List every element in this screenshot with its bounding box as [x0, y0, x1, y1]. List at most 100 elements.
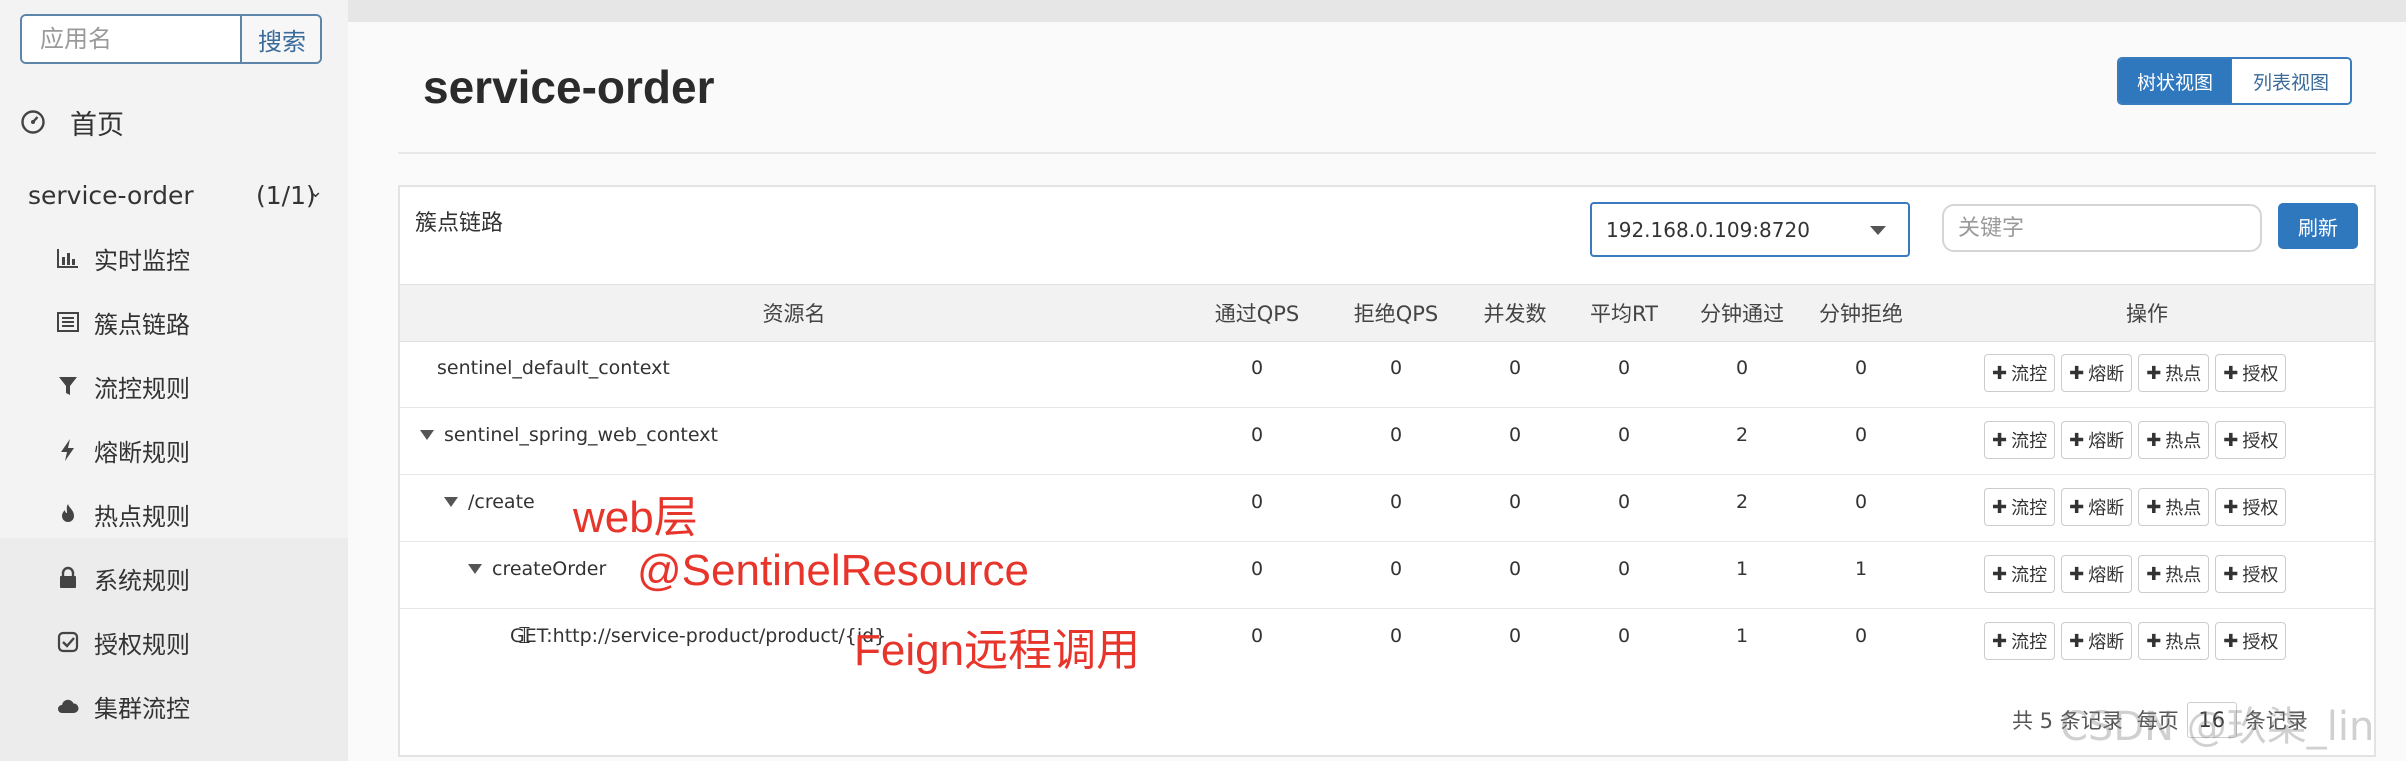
sidebar-item-hotspot-rules[interactable]: 热点规则 — [56, 494, 190, 534]
row-operations: ✚ 流控 ✚ 熔断 ✚ 热点 ✚ 授权 — [1984, 354, 2287, 392]
block-qps: 0 — [1389, 424, 1403, 446]
hotspot-rule-button[interactable]: ✚ 热点 — [2138, 622, 2210, 660]
app-service-order[interactable]: service-order (1/1) ⌄ — [28, 175, 328, 215]
resource-name-cell[interactable]: createOrder — [468, 541, 606, 597]
col-minute-pass: 分钟通过 — [1700, 302, 1784, 326]
hotspot-rule-button[interactable]: ✚ 热点 — [2138, 354, 2210, 392]
authority-rule-button[interactable]: ✚ 授权 — [2215, 488, 2287, 526]
sidebar-item-degrade-rules[interactable]: 熔断规则 — [56, 430, 190, 470]
degrade-rule-button[interactable]: ✚ 熔断 — [2061, 555, 2133, 593]
sidebar-item-label: 授权规则 — [94, 630, 190, 659]
minute-block: 0 — [1854, 357, 1868, 379]
sidebar-item-label: 系统规则 — [94, 566, 190, 595]
op-label: 流控 — [2011, 431, 2048, 452]
expand-triangle-icon[interactable] — [420, 430, 434, 440]
flow-rule-button[interactable]: ✚ 流控 — [1984, 421, 2056, 459]
resource-name: /create — [468, 491, 535, 513]
chevron-down-icon: ⌄ — [308, 181, 324, 202]
keyword-input[interactable] — [1942, 204, 2262, 252]
hotspot-rule-button[interactable]: ✚ 热点 — [2138, 488, 2210, 526]
op-label: 热点 — [2165, 632, 2202, 653]
op-label: 热点 — [2165, 498, 2202, 519]
authority-rule-button[interactable]: ✚ 授权 — [2215, 622, 2287, 660]
resource-name-cell[interactable]: sentinel_spring_web_context — [420, 407, 718, 463]
tree-view-button[interactable]: 树状视图 — [2119, 59, 2231, 103]
degrade-rule-button[interactable]: ✚ 熔断 — [2061, 354, 2133, 392]
panel-title: 簇点链路 — [415, 211, 504, 236]
machine-select[interactable]: 192.168.0.109:8720 — [1590, 202, 1910, 257]
degrade-rule-button[interactable]: ✚ 熔断 — [2061, 421, 2133, 459]
thread-count: 0 — [1508, 625, 1522, 647]
plus-icon: ✚ — [2146, 496, 2162, 518]
flow-rule-button[interactable]: ✚ 流控 — [1984, 555, 2056, 593]
annotation-sentinel-resource: @SentinelResource — [637, 546, 1029, 595]
plus-icon: ✚ — [2146, 563, 2162, 585]
minute-block: 1 — [1854, 558, 1868, 580]
app-search-box: 搜索 — [20, 14, 322, 64]
row-operations: ✚ 流控 ✚ 熔断 ✚ 热点 ✚ 授权 — [1984, 555, 2287, 593]
op-label: 授权 — [2242, 565, 2279, 586]
plus-icon: ✚ — [1992, 563, 2008, 585]
authority-rule-button[interactable]: ✚ 授权 — [2215, 354, 2287, 392]
hotspot-rule-button[interactable]: ✚ 热点 — [2138, 421, 2210, 459]
sidebar-item-cluster-flow[interactable]: 集群流控 — [56, 686, 190, 726]
op-label: 熔断 — [2088, 632, 2125, 653]
flow-rule-button[interactable]: ✚ 流控 — [1984, 622, 2056, 660]
resource-name-cell[interactable]: /create — [444, 474, 535, 530]
search-button[interactable]: 搜索 — [240, 16, 320, 62]
authority-rule-button[interactable]: ✚ 授权 — [2215, 421, 2287, 459]
table-header: 资源名 通过QPS 拒绝QPS 并发数 平均RT 分钟通过 分钟拒绝 操作 — [400, 284, 2374, 342]
minute-pass: 2 — [1735, 424, 1749, 446]
sidebar-item-authority-rules[interactable]: 授权规则 — [56, 622, 190, 662]
check-icon — [56, 630, 80, 654]
sidebar-item-resource-chain[interactable]: 簇点链路 — [56, 302, 190, 342]
expand-triangle-icon[interactable] — [444, 497, 458, 507]
op-label: 热点 — [2165, 364, 2202, 385]
annotation-feign: Feign远程调用 — [854, 626, 1141, 675]
avg-rt: 0 — [1617, 625, 1631, 647]
plus-icon: ✚ — [2223, 563, 2239, 585]
avg-rt: 0 — [1617, 491, 1631, 513]
plus-icon: ✚ — [1992, 496, 2008, 518]
op-label: 熔断 — [2088, 431, 2125, 452]
sidebar-item-realtime[interactable]: 实时监控 — [56, 238, 190, 278]
degrade-rule-button[interactable]: ✚ 熔断 — [2061, 488, 2133, 526]
plus-icon: ✚ — [2146, 429, 2162, 451]
fire-icon — [56, 502, 80, 526]
op-label: 热点 — [2165, 431, 2202, 452]
refresh-button[interactable]: 刷新 — [2278, 203, 2358, 249]
plus-icon: ✚ — [1992, 362, 2008, 384]
sidebar-item-system-rules[interactable]: 系统规则 — [56, 558, 190, 598]
plus-icon: ✚ — [2069, 362, 2085, 384]
plus-icon: ✚ — [2223, 429, 2239, 451]
authority-rule-button[interactable]: ✚ 授权 — [2215, 555, 2287, 593]
op-label: 流控 — [2011, 565, 2048, 586]
flow-rule-button[interactable]: ✚ 流控 — [1984, 488, 2056, 526]
flow-rule-button[interactable]: ✚ 流控 — [1984, 354, 2056, 392]
top-strip — [0, 0, 2406, 22]
minute-block: 0 — [1854, 625, 1868, 647]
row-operations: ✚ 流控 ✚ 熔断 ✚ 热点 ✚ 授权 — [1984, 488, 2287, 526]
col-block-qps: 拒绝QPS — [1353, 302, 1439, 326]
sidebar-item-label: 实时监控 — [94, 246, 190, 275]
table-row: GET:http://service-product/product/{id} … — [400, 608, 2374, 675]
col-pass-qps: 通过QPS — [1214, 302, 1300, 326]
hotspot-rule-button[interactable]: ✚ 热点 — [2138, 555, 2210, 593]
app-search-input[interactable] — [22, 16, 258, 62]
block-qps: 0 — [1389, 625, 1403, 647]
lock-icon — [56, 566, 80, 590]
list-view-button[interactable]: 列表视图 — [2231, 59, 2350, 103]
avg-rt: 0 — [1617, 424, 1631, 446]
op-label: 熔断 — [2088, 498, 2125, 519]
op-label: 授权 — [2242, 364, 2279, 385]
title-divider — [398, 152, 2376, 154]
degrade-rule-button[interactable]: ✚ 熔断 — [2061, 622, 2133, 660]
row-operations: ✚ 流控 ✚ 熔断 ✚ 热点 ✚ 授权 — [1984, 622, 2287, 660]
resource-name: createOrder — [492, 558, 607, 580]
op-label: 熔断 — [2088, 565, 2125, 586]
expand-triangle-icon[interactable] — [468, 564, 482, 574]
nav-home[interactable]: 首页 — [20, 102, 124, 142]
app-name: service-order — [28, 180, 194, 210]
annotation-web-layer: web层 — [573, 493, 698, 542]
sidebar-item-flow-rules[interactable]: 流控规则 — [56, 366, 190, 406]
